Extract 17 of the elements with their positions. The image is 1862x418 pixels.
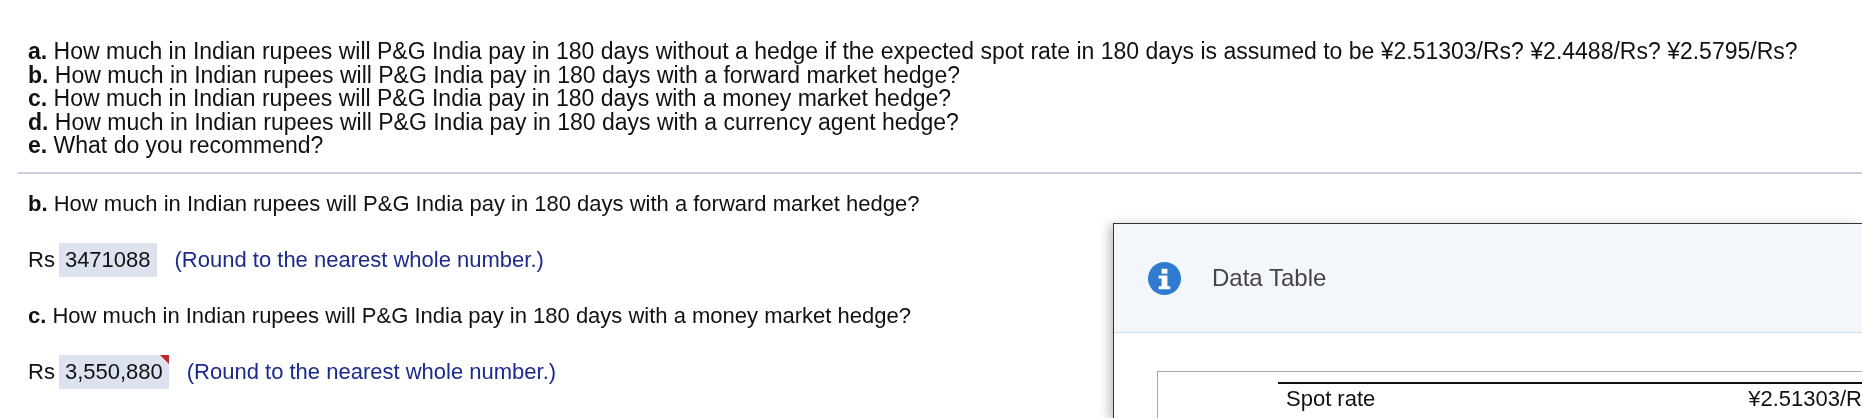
question-text: e. What do you recommend? <box>28 134 324 158</box>
question-text: b. How much in Indian rupees will P&G India pay in 180 days with a forward market hedge? <box>28 63 960 87</box>
question-text: c. How much in Indian rupees will P&G India pay in 180 days with a money market hedge? <box>28 87 952 111</box>
info-icon <box>1147 260 1182 296</box>
question-text: c. How much in Indian rupees will P&G India pay in 180 days with a money market hedge? <box>28 301 912 330</box>
hint-text: (Round to the nearest whole number.) <box>174 246 544 273</box>
currency-label: Rs <box>28 246 55 273</box>
question-text: b. How much in Indian rupees will P&G India pay in 180 days with a forward market hedge? <box>28 189 921 218</box>
table-cell: Spot rate <box>1286 386 1376 412</box>
question-text: a. How much in Indian rupees will P&G India pay in 180 days without a hedge if the expected spot rate in 180 days is assumed to be ¥2.51303/Rs? ¥2.4488/Rs? ¥2.5795/Rs? <box>28 40 1799 64</box>
dialog-title: Data Table <box>1212 264 1327 292</box>
hint-text: (Round to the nearest whole number.) <box>186 358 557 385</box>
table-cell: ¥2.51303/R <box>1748 386 1862 412</box>
question-text: d. How much in Indian rupees will P&G India pay in 180 days with a currency agent hedge? <box>28 110 960 134</box>
currency-label: Rs <box>28 358 55 385</box>
answer-field[interactable]: 3,550,880 <box>58 354 169 389</box>
answer-field[interactable]: 3471088 <box>58 242 157 277</box>
